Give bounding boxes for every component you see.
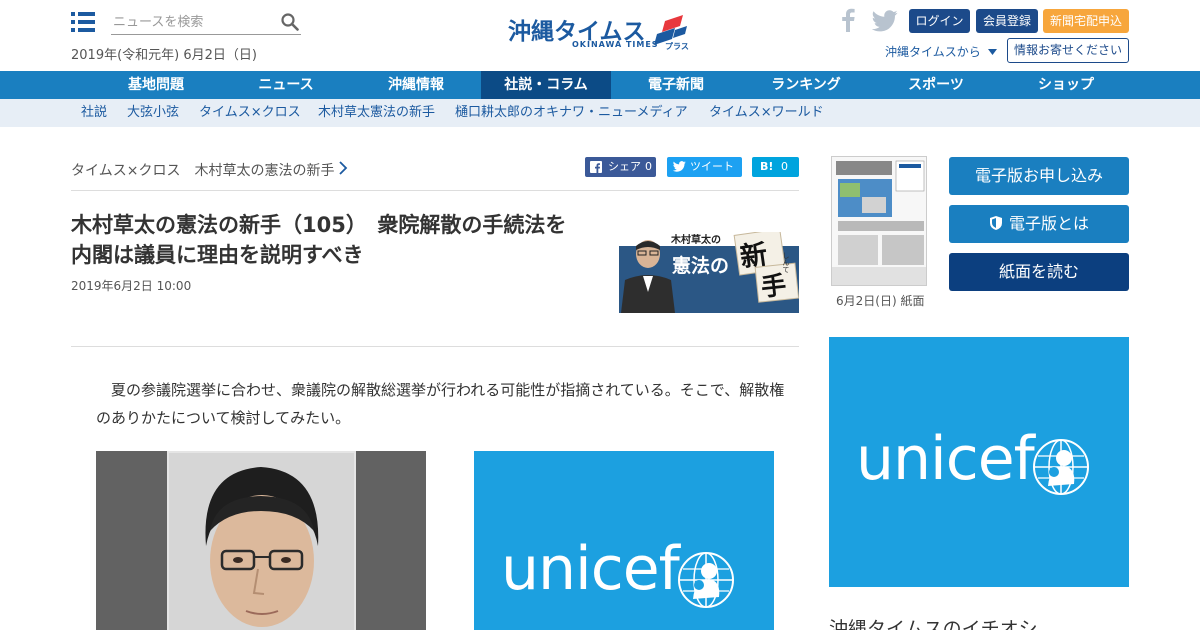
- sub-item-daigen-shogen[interactable]: 大弦小弦: [127, 99, 179, 127]
- register-button[interactable]: 会員登録: [976, 9, 1038, 33]
- nav-item-okinawa-info[interactable]: 沖縄情報: [351, 71, 481, 99]
- twitter-icon[interactable]: [872, 10, 898, 32]
- twitter-share-button[interactable]: ツイート: [667, 157, 742, 177]
- from-okinawa-label: 沖縄タイムスから: [885, 45, 981, 59]
- newspaper-delivery-button[interactable]: 新聞宅配申込: [1043, 9, 1129, 33]
- banner-title: 憲法の: [672, 254, 729, 277]
- nav-item-shop[interactable]: ショップ: [1001, 71, 1131, 99]
- hatena-bookmark-count: 0: [781, 160, 788, 173]
- facebook-share-label: シェア: [608, 160, 641, 173]
- about-digital-button[interactable]: 電子版とは: [949, 205, 1129, 243]
- divider: [71, 346, 799, 347]
- unicef-emblem-icon: [678, 552, 734, 608]
- breadcrumb-kimura-column[interactable]: 木村草太の憲法の新手: [194, 163, 334, 179]
- nav-item-news[interactable]: ニュース: [221, 71, 351, 99]
- logo-subtext: OKINAWA TIMES: [572, 40, 659, 49]
- newspaper-page-graphic: [832, 157, 926, 285]
- logo-plus-text: プラス: [665, 41, 689, 51]
- facebook-share-count: 0: [645, 160, 652, 173]
- nav-item-ranking[interactable]: ランキング: [741, 71, 871, 99]
- twitter-share-label: ツイート: [690, 160, 734, 173]
- digital-subscribe-button[interactable]: 電子版お申し込み: [949, 157, 1129, 195]
- sub-item-times-world[interactable]: タイムス×ワールド: [709, 99, 824, 127]
- read-newspaper-button[interactable]: 紙面を読む: [949, 253, 1129, 291]
- login-button[interactable]: ログイン: [909, 9, 970, 33]
- breadcrumb-times-cross[interactable]: タイムス×クロス: [71, 163, 180, 179]
- unicef-logo-text: unicef: [856, 424, 1035, 494]
- sub-item-times-cross[interactable]: タイムス×クロス: [199, 99, 301, 127]
- search-icon[interactable]: [281, 13, 299, 31]
- hatena-bookmark-icon: B!: [760, 160, 774, 173]
- article-body: 夏の参議院選挙に合わせ、衆議院の解散総選挙が行われる可能性が指摘されている。そこ…: [96, 381, 785, 427]
- site-logo[interactable]: 沖縄タイムス OKINAWA TIMES プラス: [508, 12, 693, 54]
- search-input[interactable]: [111, 11, 271, 34]
- twitter-icon: [673, 161, 686, 172]
- sub-item-editorial[interactable]: 社説: [81, 99, 107, 127]
- main-nav: 基地問題 ニュース 沖縄情報 社説・コラム 電子新聞 ランキング スポーツ ショ…: [0, 71, 1200, 99]
- submit-info-button[interactable]: 情報お寄せください: [1007, 38, 1129, 63]
- facebook-icon: [590, 161, 602, 173]
- newspaper-caption: 6月2日(日) 紙面: [836, 294, 925, 308]
- author-portrait: [96, 451, 426, 630]
- banner-kanji-2: 手: [760, 270, 788, 301]
- facebook-share-button[interactable]: シェア 0: [585, 157, 656, 177]
- article-date: 2019年6月2日 10:00: [71, 279, 192, 293]
- nav-item-digital-paper[interactable]: 電子新聞: [611, 71, 741, 99]
- site-header: 2019年(令和元年) 6月2日（日) 沖縄タイムス OKINAWA TIMES…: [0, 0, 1200, 71]
- chevron-right-icon: [339, 161, 348, 175]
- facebook-icon[interactable]: [841, 8, 855, 32]
- divider: [71, 190, 799, 191]
- banner-ruby: しんて: [782, 252, 790, 273]
- recommended-heading: 沖縄タイムスのイチオシ: [829, 618, 1038, 630]
- author-photo: [96, 451, 426, 630]
- hamburger-menu-icon[interactable]: [71, 12, 95, 32]
- shield-icon: [989, 216, 1002, 230]
- sub-item-higuchi-new-media[interactable]: 樋口耕太郎のオキナワ・ニューメディア: [455, 99, 688, 127]
- sub-nav: 社説 大弦小弦 タイムス×クロス 木村草太憲法の新手 樋口耕太郎のオキナワ・ニュ…: [0, 99, 1200, 127]
- unicef-emblem-icon: [1033, 439, 1089, 495]
- breadcrumb: タイムス×クロス 木村草太の憲法の新手: [71, 160, 334, 180]
- nav-item-base-issues[interactable]: 基地問題: [91, 71, 221, 99]
- unicef-ad-inline[interactable]: unicef: [474, 451, 774, 630]
- column-banner-graphic: 木村草太の 憲法の 新 手 しんて: [619, 232, 799, 313]
- current-date: 2019年(令和元年) 6月2日（日): [71, 48, 257, 63]
- nav-item-sports[interactable]: スポーツ: [871, 71, 1001, 99]
- article-title: 木村草太の憲法の新手（105） 衆院解散の手続法を 内閣は議員に理由を説明すべき: [71, 213, 588, 267]
- logo-plus-mark: プラス: [654, 15, 689, 51]
- hatena-bookmark-button[interactable]: B! 0: [752, 157, 799, 177]
- sub-item-kimura-constitution[interactable]: 木村草太憲法の新手: [318, 99, 435, 127]
- about-digital-label: 電子版とは: [1008, 214, 1089, 233]
- search-box: [111, 11, 301, 35]
- nav-item-editorial-column[interactable]: 社説・コラム: [481, 71, 611, 99]
- caret-down-icon: [987, 49, 997, 55]
- from-okinawa-dropdown[interactable]: 沖縄タイムスから: [885, 43, 997, 60]
- newspaper-thumbnail[interactable]: [831, 156, 927, 286]
- banner-name: 木村草太の: [670, 233, 721, 246]
- column-banner[interactable]: 木村草太の 憲法の 新 手 しんて: [619, 232, 799, 313]
- unicef-logo-text: unicef: [501, 534, 680, 604]
- unicef-ad-sidebar[interactable]: unicef: [829, 337, 1129, 587]
